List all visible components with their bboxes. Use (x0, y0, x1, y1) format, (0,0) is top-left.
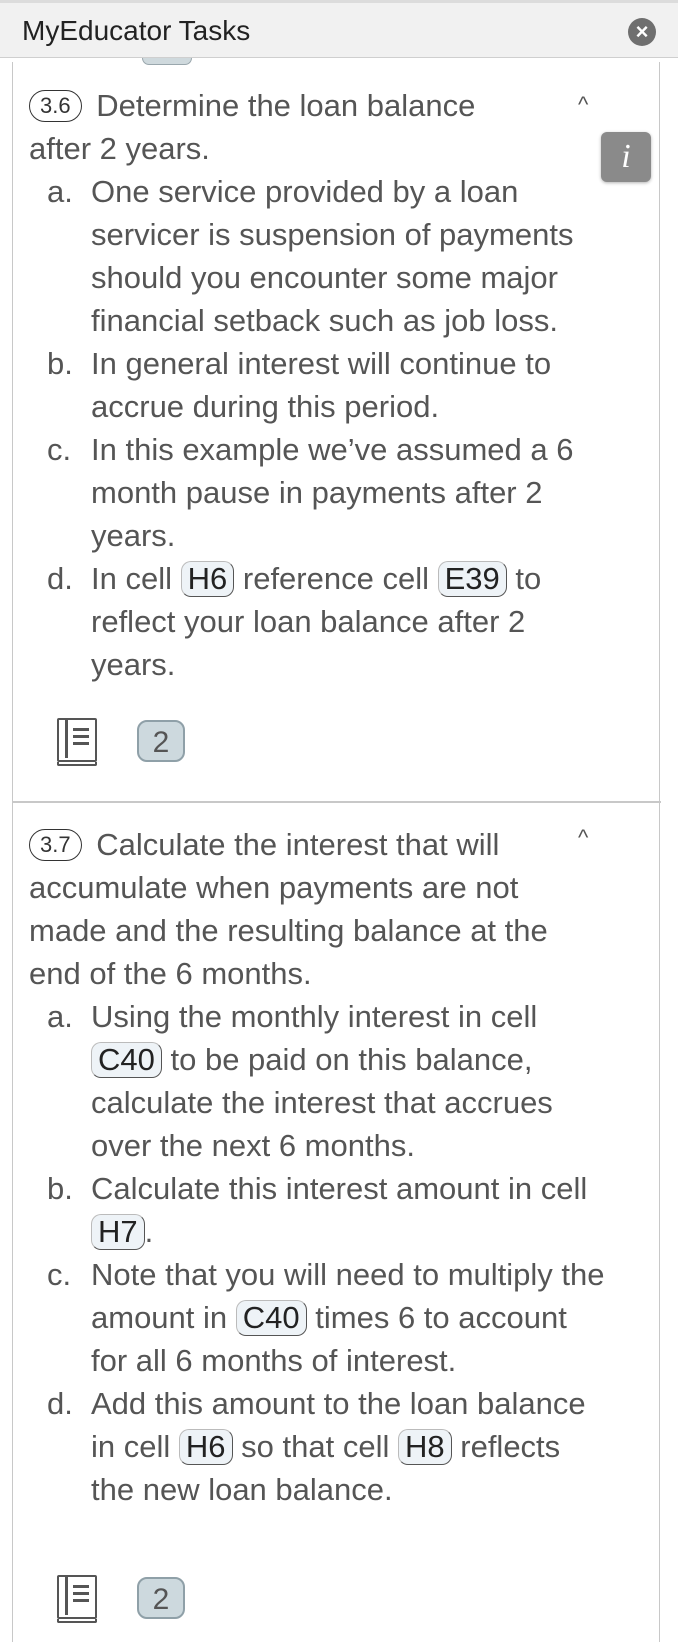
task-number-badge: 3.7 (29, 829, 82, 861)
task-number-badge: 3.6 (29, 90, 82, 122)
step-text: Using the monthly interest in cell (91, 999, 538, 1034)
cell-reference[interactable]: H7 (91, 1214, 145, 1250)
task-3-6: 3.6 Determine the loan balance after 2 y… (13, 70, 661, 803)
step-label: d. (47, 1386, 73, 1421)
resource-count-badge[interactable]: 2 (137, 720, 185, 762)
step-item: a. One service provided by a loan servic… (29, 170, 611, 342)
cell-reference[interactable]: H8 (397, 1429, 452, 1465)
step-label: c. (47, 432, 72, 467)
task-heading: 3.6 Determine the loan balance after 2 y… (29, 84, 589, 170)
cell-reference[interactable]: E39 (437, 561, 507, 597)
step-item: a. Using the monthly interest in cell C4… (29, 995, 611, 1167)
window-title: MyEducator Tasks (22, 15, 251, 46)
cell-reference[interactable]: C40 (235, 1300, 307, 1336)
step-item: b. In general interest will continue to … (29, 342, 611, 428)
close-icon[interactable]: × (628, 18, 656, 46)
step-text: One service provided by a loan servicer … (91, 174, 574, 338)
step-text: so that cell (241, 1429, 390, 1464)
book-icon[interactable] (56, 718, 97, 766)
step-item: d. In cell H6 reference cell E39 to refl… (29, 557, 611, 686)
step-list: a. Using the monthly interest in cell C4… (13, 995, 661, 1511)
step-label: b. (47, 1171, 73, 1206)
step-item: c. Note that you will need to multiply t… (29, 1253, 611, 1382)
info-icon: i (621, 138, 631, 175)
resource-count-badge[interactable]: 2 (137, 1577, 185, 1619)
step-item: c. In this example we’ve assumed a 6 mon… (29, 428, 611, 557)
title-bar: MyEducator Tasks × (0, 3, 678, 58)
step-list: a. One service provided by a loan servic… (13, 170, 661, 686)
step-text: Calculate this interest amount in cell (91, 1171, 588, 1206)
cell-reference[interactable]: H6 (180, 561, 235, 597)
task-title-cont: accumulate when payments are not made an… (29, 870, 548, 991)
step-item: d. Add this amount to the loan balance i… (29, 1382, 611, 1511)
step-text: In general interest will continue to acc… (91, 346, 552, 424)
step-item: b. Calculate this interest amount in cel… (29, 1167, 611, 1253)
task-title: Calculate the interest that will (96, 827, 500, 862)
cell-reference[interactable]: H6 (178, 1429, 233, 1465)
collapse-chevron-icon[interactable]: ^ (578, 92, 588, 118)
step-label: d. (47, 561, 73, 596)
step-text: In cell (91, 561, 172, 596)
step-label: a. (47, 174, 73, 209)
task-panel: 3.6 Determine the loan balance after 2 y… (12, 62, 661, 1642)
book-icon[interactable] (56, 1575, 97, 1623)
step-label: c. (47, 1257, 72, 1292)
task-heading: 3.7 Calculate the interest that will acc… (29, 823, 589, 995)
step-label: b. (47, 346, 73, 381)
task-3-7: 3.7 Calculate the interest that will acc… (13, 803, 661, 1642)
step-text: . (144, 1214, 154, 1249)
task-title: Determine the loan balance (96, 88, 476, 123)
step-label: a. (47, 999, 73, 1034)
task-title-cont: after 2 years. (29, 131, 210, 166)
step-text: reference cell (242, 561, 429, 596)
collapse-chevron-icon[interactable]: ^ (578, 825, 588, 851)
step-text: In this example we’ve assumed a 6 month … (91, 432, 574, 553)
cell-reference[interactable]: C40 (91, 1042, 162, 1078)
